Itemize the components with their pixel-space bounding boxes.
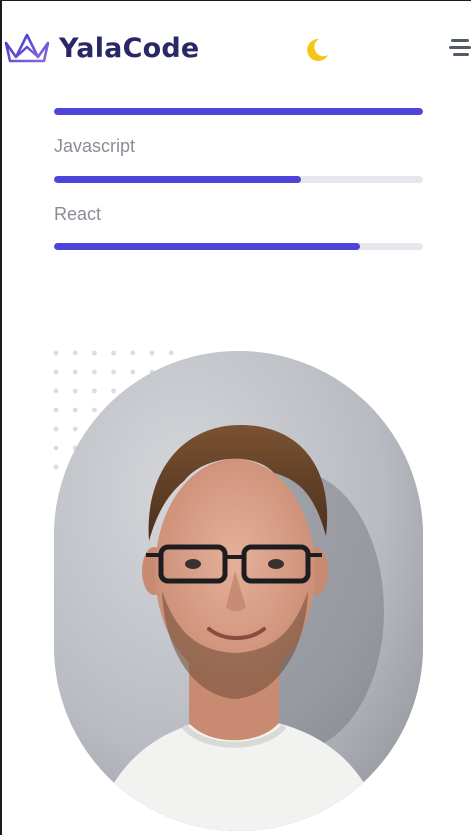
decor-dot [72, 369, 78, 375]
decor-dot [53, 350, 59, 356]
page: YalaCode Javascript React [0, 0, 471, 835]
decor-dot [92, 388, 97, 394]
decor-dot [53, 369, 59, 375]
skill-progress-bar [54, 108, 423, 115]
menu-line [449, 46, 471, 49]
decor-dot [53, 445, 59, 451]
skill-progress-bar-react [54, 243, 423, 250]
decor-dot [130, 350, 136, 356]
skill-label-javascript: Javascript [54, 136, 136, 156]
decor-dot [168, 350, 174, 356]
skill-progress-fill [54, 243, 361, 250]
crown-icon[interactable] [4, 31, 50, 65]
skill-progress-bar-javascript [54, 176, 423, 183]
skill-label-react: React [54, 204, 102, 224]
hamburger-icon[interactable] [449, 39, 471, 59]
decor-dot [111, 388, 116, 394]
decor-dot [92, 369, 97, 375]
decor-dot [149, 350, 155, 356]
decor-dot [53, 464, 59, 470]
skill-progress-fill [54, 176, 302, 183]
moon-icon[interactable] [302, 35, 332, 65]
decor-dot [72, 350, 78, 356]
decor-dot [72, 388, 78, 394]
profile-photo [54, 351, 423, 831]
menu-line [451, 39, 469, 42]
decor-dot [130, 369, 136, 375]
portrait-photo [54, 351, 423, 831]
top-nav: YalaCode [2, 1, 471, 97]
decor-dot [72, 426, 78, 432]
decor-dot [111, 369, 116, 375]
skill-progress-fill [54, 108, 423, 115]
decor-dot [53, 426, 59, 432]
menu-line [453, 53, 469, 56]
brand-name[interactable]: YalaCode [59, 31, 199, 67]
decor-dot [92, 407, 97, 413]
decor-dot [53, 407, 59, 413]
decor-dot [92, 350, 97, 356]
decor-dot [72, 407, 78, 413]
decor-dot [53, 388, 59, 394]
decor-dot [111, 350, 116, 356]
